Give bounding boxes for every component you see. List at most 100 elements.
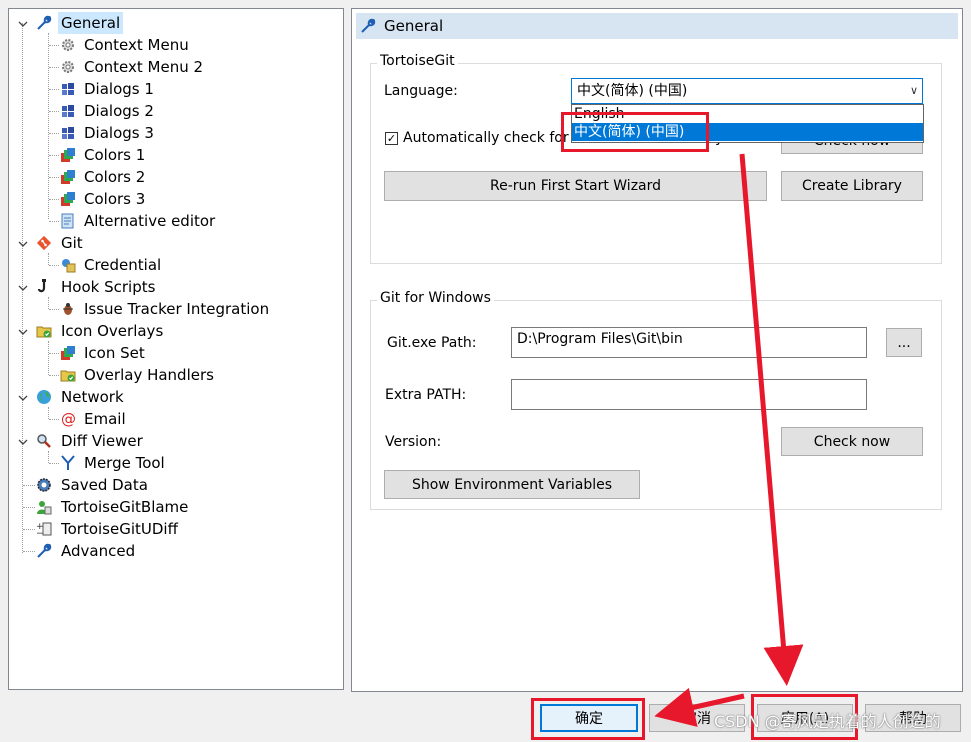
auto-check-checkbox[interactable]: ✓ xyxy=(385,132,398,145)
tree-item-overlay-handlers[interactable]: Overlay Handlers xyxy=(9,364,339,386)
tree-item-label: Git xyxy=(61,234,83,252)
tree-item-label: Merge Tool xyxy=(84,454,165,472)
tree-item-email[interactable]: @ Email xyxy=(9,408,339,430)
chevron-down-icon[interactable] xyxy=(18,19,28,29)
annotation-box-ok xyxy=(531,698,645,740)
language-select[interactable]: 中文(简体) (中国) ∨ xyxy=(571,78,923,104)
tree-item-git[interactable]: Git xyxy=(9,232,339,254)
tree-item-label: Colors 1 xyxy=(84,146,146,164)
wrench-icon xyxy=(37,15,52,30)
chevron-down-icon[interactable] xyxy=(18,239,28,249)
colors-icon xyxy=(61,346,75,360)
tree-item-label: Icon Set xyxy=(84,344,145,362)
git-path-input[interactable]: D:\Program Files\Git\bin xyxy=(511,327,867,358)
merge-icon xyxy=(61,455,75,470)
gear-icon xyxy=(62,61,74,73)
credential-icon xyxy=(62,259,76,273)
tree-item-colors-2[interactable]: Colors 2 xyxy=(9,166,339,188)
language-select-value: 中文(简体) (中国) xyxy=(577,83,688,99)
group-title: Git for Windows xyxy=(377,290,494,306)
tree-item-tortoisegitblame[interactable]: TortoiseGitBlame xyxy=(9,496,339,518)
tree-item-diff-viewer[interactable]: Diff Viewer xyxy=(9,430,339,452)
tree-item-label: Credential xyxy=(84,256,162,274)
windows-icon xyxy=(62,105,74,117)
page-title: General xyxy=(384,17,444,35)
annotation-box-language xyxy=(561,112,709,152)
tree-item-saved-data[interactable]: Saved Data xyxy=(9,474,339,496)
language-label: Language: xyxy=(384,83,458,99)
tree-item-label: General xyxy=(58,12,124,34)
chevron-down-icon: ∨ xyxy=(909,84,918,97)
tree-item-icon-overlays[interactable]: Icon Overlays xyxy=(9,320,339,342)
chevron-down-icon[interactable] xyxy=(18,327,28,337)
tree-item-merge-tool[interactable]: Merge Tool xyxy=(9,452,339,474)
tree-item-label: Dialogs 2 xyxy=(84,102,154,120)
tree-item-advanced[interactable]: Advanced xyxy=(9,540,339,562)
tree-item-label: Network xyxy=(61,388,124,406)
tree-item-label: Diff Viewer xyxy=(61,432,143,450)
tree-item-context-menu[interactable]: Context Menu xyxy=(9,34,339,56)
tree-item-colors-1[interactable]: Colors 1 xyxy=(9,144,339,166)
create-library-button[interactable]: Create Library xyxy=(781,171,923,201)
page-header: General xyxy=(356,13,958,39)
tree-item-label: Colors 2 xyxy=(84,168,146,186)
tree-item-label: Issue Tracker Integration xyxy=(84,300,270,318)
gear-icon xyxy=(62,39,74,51)
tree-item-label: Overlay Handlers xyxy=(84,366,214,384)
tree-item-label: Context Menu xyxy=(84,36,189,54)
tree-item-label: Advanced xyxy=(61,542,136,560)
udiff-icon: +− xyxy=(36,522,52,539)
tree-item-credential[interactable]: Credential xyxy=(9,254,339,276)
saved-data-icon xyxy=(37,478,51,492)
editor-icon xyxy=(61,213,74,229)
svg-text:@: @ xyxy=(61,410,76,428)
tree-item-label: Email xyxy=(84,410,126,428)
tree-item-icon-set[interactable]: Icon Set xyxy=(9,342,339,364)
tree-item-label: TortoiseGitBlame xyxy=(61,498,189,516)
extra-path-label: Extra PATH: xyxy=(385,387,467,403)
tree-item-context-menu-2[interactable]: Context Menu 2 xyxy=(9,56,339,78)
overlay-folder-icon xyxy=(60,370,76,382)
chevron-down-icon[interactable] xyxy=(18,283,28,293)
windows-icon xyxy=(62,83,74,95)
tree-item-label: Saved Data xyxy=(61,476,148,494)
svg-text:−: − xyxy=(36,529,44,539)
wrench-icon xyxy=(37,543,52,558)
settings-tree[interactable]: General Context Menu Context Menu 2 Dial… xyxy=(8,8,344,690)
colors-icon xyxy=(61,148,75,162)
tree-item-label: Dialogs 3 xyxy=(84,124,154,142)
check-now-version-button[interactable]: Check now xyxy=(781,427,923,456)
tree-item-alternative-editor[interactable]: Alternative editor xyxy=(9,210,339,232)
tree-item-label: Context Menu 2 xyxy=(84,58,204,76)
tree-item-dialogs-1[interactable]: Dialogs 1 xyxy=(9,78,339,100)
hook-icon xyxy=(37,279,46,293)
tree-item-general[interactable]: General xyxy=(9,12,339,34)
tree-item-dialogs-2[interactable]: Dialogs 2 xyxy=(9,100,339,122)
wrench-icon xyxy=(361,18,376,33)
tree-item-hook-scripts[interactable]: Hook Scripts xyxy=(9,276,339,298)
tree-item-label: Hook Scripts xyxy=(61,278,156,296)
tree-item-label: TortoiseGitUDiff xyxy=(61,520,178,538)
tree-item-label: Icon Overlays xyxy=(61,322,164,340)
tree-item-colors-3[interactable]: Colors 3 xyxy=(9,188,339,210)
blame-icon xyxy=(37,501,52,515)
colors-icon xyxy=(61,192,75,206)
magnifier-icon xyxy=(37,434,51,448)
settings-page-general: General TortoiseGit Language: ✓ Automati… xyxy=(351,8,963,692)
group-title: TortoiseGit xyxy=(377,53,458,69)
version-label: Version: xyxy=(385,434,442,450)
tree-item-network[interactable]: Network xyxy=(9,386,339,408)
extra-path-input[interactable] xyxy=(511,379,867,410)
browse-button[interactable]: ... xyxy=(886,328,922,357)
chevron-down-icon[interactable] xyxy=(18,393,28,403)
windows-icon xyxy=(62,127,74,139)
rerun-wizard-button[interactable]: Re-run First Start Wizard xyxy=(384,171,767,201)
at-icon: @ xyxy=(61,410,76,428)
show-env-vars-button[interactable]: Show Environment Variables xyxy=(384,470,640,499)
tree-item-issue-tracker[interactable]: Issue Tracker Integration xyxy=(9,298,339,320)
tree-item-dialogs-3[interactable]: Dialogs 3 xyxy=(9,122,339,144)
tree-item-tortoisegitudiff[interactable]: + − TortoiseGitUDiff xyxy=(9,518,339,540)
chevron-down-icon[interactable] xyxy=(18,437,28,447)
git-path-label: Git.exe Path: xyxy=(387,335,477,351)
overlay-folder-icon xyxy=(36,326,52,338)
